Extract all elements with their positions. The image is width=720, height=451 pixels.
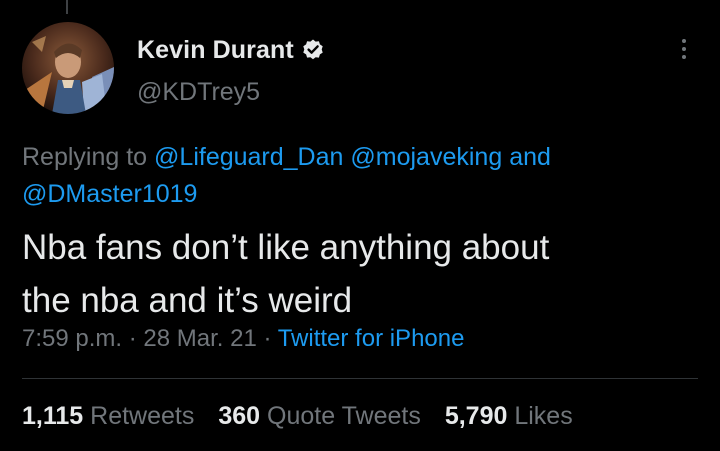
- quote-tweets-label: Quote Tweets: [267, 402, 421, 430]
- meta-separator: ·: [256, 325, 278, 352]
- avatar[interactable]: [22, 22, 114, 114]
- quote-tweets-count: 360: [218, 402, 261, 430]
- retweets-label: Retweets: [90, 402, 195, 430]
- verified-badge-icon: [301, 38, 325, 62]
- avatar-image: [22, 22, 114, 114]
- tweet-meta: 7:59 p.m. · 28 Mar. 21 · Twitter for iPh…: [22, 325, 464, 353]
- author-display-name[interactable]: Kevin Durant: [137, 36, 294, 65]
- likes-count: 5,790: [444, 402, 508, 430]
- thread-connector-line: [66, 0, 68, 14]
- mention-link[interactable]: @DMaster1019: [22, 180, 197, 208]
- more-options-icon[interactable]: [673, 34, 695, 64]
- mention-link[interactable]: @mojaveking: [350, 143, 502, 171]
- likes-stat[interactable]: 5,790 Likes: [445, 402, 573, 431]
- more-dot: [682, 39, 686, 43]
- tweet-date[interactable]: 28 Mar. 21: [143, 325, 256, 352]
- tweet-text-line: Nba fans don’t like anything about: [22, 228, 550, 267]
- replying-to-line: Replying to @Lifeguard_Dan @mojaveking a…: [22, 139, 682, 213]
- replying-prefix: Replying to: [22, 143, 155, 171]
- tweet-body: Nba fans don’t like anything about the n…: [22, 221, 702, 327]
- quote-tweets-stat[interactable]: 360 Quote Tweets: [218, 402, 420, 431]
- more-dot: [682, 47, 686, 51]
- engagement-stats: 1,115 Retweets 360 Quote Tweets 5,790 Li…: [22, 402, 573, 431]
- author-handle[interactable]: @KDTrey5: [137, 78, 260, 107]
- tweet-source-link[interactable]: Twitter for iPhone: [278, 325, 465, 352]
- tweet-time[interactable]: 7:59 p.m.: [22, 325, 122, 352]
- meta-separator: ·: [122, 325, 144, 352]
- retweets-stat[interactable]: 1,115 Retweets: [22, 402, 194, 431]
- likes-label: Likes: [514, 402, 573, 430]
- replying-conjunction[interactable]: and: [509, 143, 551, 171]
- mention-link[interactable]: @Lifeguard_Dan: [154, 143, 343, 171]
- author-name-row: Kevin Durant: [137, 33, 325, 67]
- retweets-count: 1,115: [22, 402, 84, 430]
- tweet-text-line: the nba and it’s weird: [22, 281, 353, 320]
- more-dot: [682, 55, 686, 59]
- divider: [22, 378, 698, 379]
